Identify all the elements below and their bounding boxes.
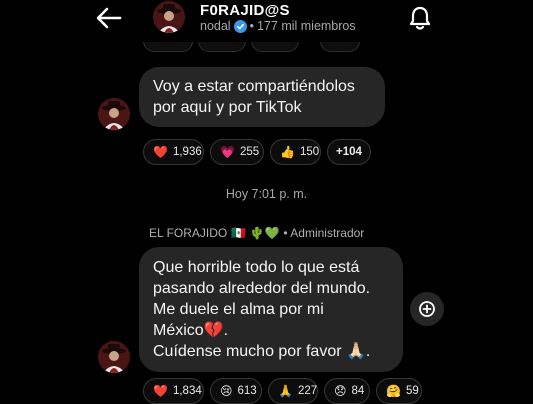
- disappointed-face-icon: 😞: [334, 384, 347, 398]
- add-reaction-button[interactable]: [410, 292, 444, 326]
- reaction-pray[interactable]: 🙏 227: [268, 378, 318, 404]
- reaction-thumbs-up[interactable]: 👍 150: [270, 139, 321, 165]
- timestamp-divider: Hoy 7:01 p. m.: [225, 187, 308, 201]
- sender-name[interactable]: EL FORAJIDO: [149, 226, 227, 240]
- reaction-crying[interactable]: 😢 613: [210, 378, 262, 404]
- channel-subtitle: nodal • 177 mil miembros: [200, 19, 356, 33]
- message-line: pasando alrededor del mundo.: [153, 280, 371, 297]
- message-bubble[interactable]: Que horrible todo lo que está pasando al…: [139, 247, 403, 372]
- back-button[interactable]: [93, 4, 125, 32]
- notifications-button[interactable]: [404, 3, 436, 33]
- back-arrow-icon: [96, 7, 122, 29]
- sender-line: EL FORAJIDO 🇲🇽 🌵💚 • Administrador: [149, 226, 364, 240]
- folded-hands-icon: 🙏: [278, 384, 293, 398]
- reaction-disappointed[interactable]: 😞 84: [324, 378, 370, 404]
- sender-avatar[interactable]: [98, 98, 130, 130]
- creator-handle[interactable]: nodal: [200, 19, 231, 33]
- reaction-pink-heart[interactable]: 💗 255: [210, 139, 264, 165]
- pink-heart-icon: 💗: [220, 145, 235, 159]
- crying-face-icon: 😢: [220, 384, 233, 398]
- channel-title[interactable]: F0RAJID@S: [200, 2, 290, 19]
- heart-icon: ❤️: [153, 145, 168, 159]
- sender-emojis: 🇲🇽 🌵💚: [231, 226, 280, 240]
- more-reactions[interactable]: +104: [327, 139, 371, 165]
- channel-avatar[interactable]: [153, 1, 185, 33]
- message-line: Me duele el alma por mi: [153, 301, 324, 318]
- message-line: Cuídense mucho por favor 🙏🏻.: [153, 343, 371, 360]
- separator-dot: •: [249, 19, 254, 33]
- verified-badge-icon: [233, 19, 247, 33]
- hugging-face-icon: 🤗: [386, 384, 401, 398]
- message-line: México💔.: [153, 322, 229, 339]
- message-reactions: ❤️ 1,834 😢 613 🙏 227 😞 84 🤗 59: [143, 378, 422, 404]
- reaction-hug[interactable]: 🤗 59: [376, 378, 422, 404]
- thumbs-up-icon: 👍: [280, 145, 295, 159]
- reaction-heart[interactable]: ❤️ 1,936: [143, 139, 204, 165]
- message-line: Que horrible todo lo que está: [153, 259, 360, 276]
- reaction-heart[interactable]: ❤️ 1,834: [143, 378, 204, 404]
- message-reactions: ❤️ 1,936 💗 255 👍 150 +104: [143, 139, 371, 165]
- heart-icon: ❤️: [153, 384, 168, 398]
- sender-role: • Administrador: [283, 226, 365, 240]
- message-bubble[interactable]: Voy a estar compartiéndolos por aquí y p…: [139, 67, 385, 127]
- add-reaction-icon: [419, 301, 435, 317]
- bell-icon: [409, 6, 431, 30]
- member-count: 177 mil miembros: [256, 19, 356, 33]
- sender-avatar[interactable]: [98, 341, 130, 373]
